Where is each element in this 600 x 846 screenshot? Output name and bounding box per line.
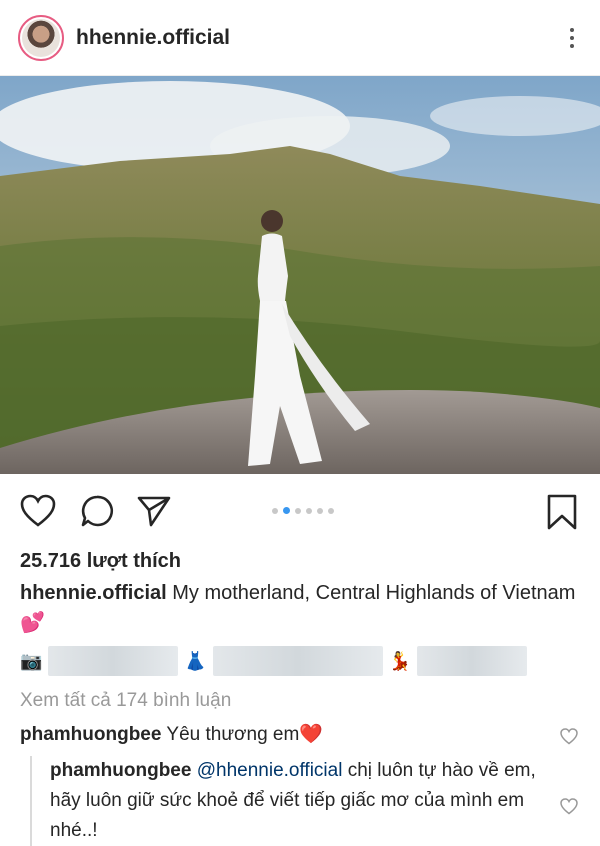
post-photo[interactable]	[0, 76, 600, 474]
dancer-emoji: 💃	[388, 650, 412, 671]
action-bar	[0, 474, 600, 548]
avatar[interactable]	[18, 14, 64, 61]
like-comment-icon[interactable]	[560, 728, 578, 745]
comment-text: Yêu thương em❤️	[166, 724, 323, 745]
dress-emoji: 👗	[184, 650, 207, 671]
more-options-icon[interactable]	[562, 23, 582, 53]
view-all-comments-link[interactable]: Xem tất cả 174 bình luận	[0, 688, 600, 714]
comment-username[interactable]: phamhuongbee	[20, 724, 161, 745]
tagged-users-row: 📷 👗 💃	[0, 644, 600, 678]
comment-icon[interactable]	[80, 494, 114, 528]
like-reply-icon[interactable]	[560, 798, 578, 815]
post-username[interactable]: hhennie.official	[76, 26, 230, 50]
comment-item: phamhuongbee Yêu thương em❤️	[0, 720, 600, 750]
share-icon[interactable]	[136, 494, 172, 528]
carousel-indicator	[272, 507, 334, 514]
blurred-tag	[417, 646, 528, 676]
camera-emoji: 📷	[20, 650, 43, 671]
reply-username[interactable]: phamhuongbee	[50, 760, 191, 781]
post-header: hhennie.official	[0, 0, 600, 76]
carousel-dot	[306, 507, 312, 514]
carousel-dot	[328, 507, 334, 514]
caption-username[interactable]: hhennie.official	[20, 582, 167, 604]
likes-count[interactable]: 25.716 lượt thích	[0, 548, 600, 574]
bookmark-icon[interactable]	[546, 494, 578, 530]
post-caption: hhennie.official My motherland, Central …	[0, 578, 600, 638]
carousel-dot	[317, 507, 323, 514]
carousel-dot	[295, 507, 301, 514]
heart-icon[interactable]	[20, 494, 56, 528]
blurred-tag	[212, 646, 383, 676]
reply-mention[interactable]: @hhennie.official	[197, 760, 343, 781]
blurred-tag	[48, 646, 179, 676]
reply-item: phamhuongbee @hhennie.official chị luôn …	[30, 756, 600, 846]
carousel-dot	[283, 507, 290, 514]
carousel-dot	[272, 507, 278, 514]
